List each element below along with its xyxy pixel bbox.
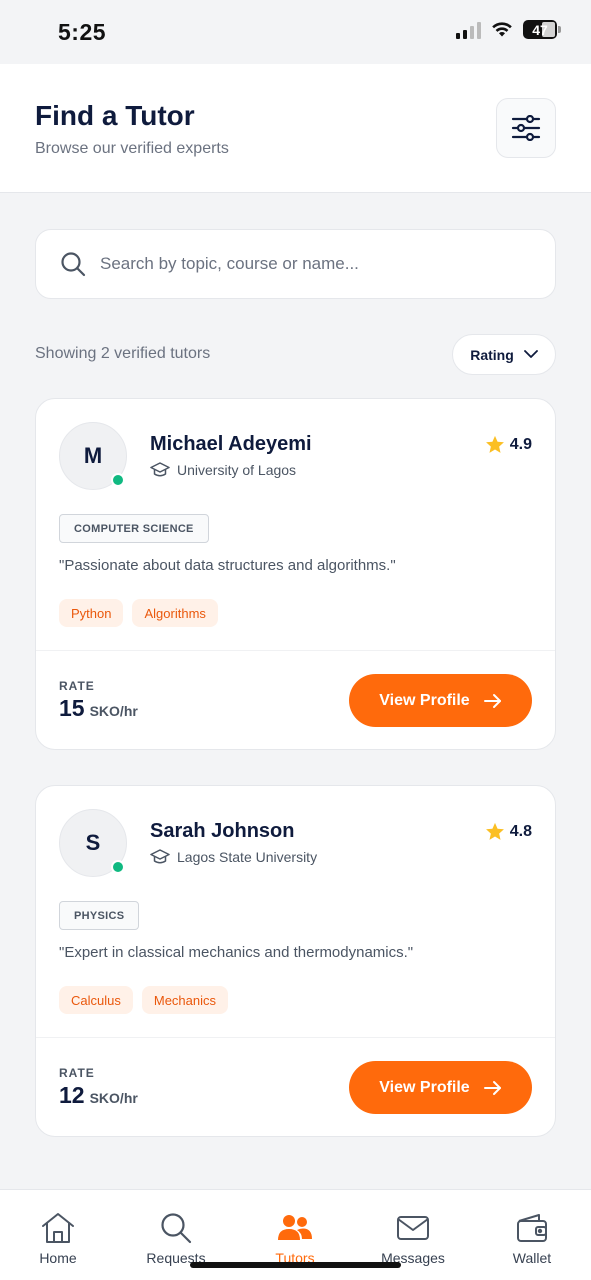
tutor-bio: "Passionate about data structures and al… <box>59 557 396 574</box>
skill-tags: Calculus Mechanics <box>59 986 228 1014</box>
arrow-right-icon <box>483 693 501 708</box>
nav-home[interactable]: Home <box>13 1212 103 1266</box>
divider <box>36 1037 555 1038</box>
mail-icon <box>397 1216 429 1240</box>
tutor-card[interactable]: M Michael Adeyemi University of Lagos 4.… <box>35 398 556 750</box>
status-icons: 47 <box>456 20 561 39</box>
rate-label: RATE <box>59 679 95 693</box>
search-icon <box>61 252 86 277</box>
wifi-icon <box>492 22 512 37</box>
skill-tag: Calculus <box>59 986 133 1014</box>
skill-tags: Python Algorithms <box>59 599 218 627</box>
tutor-bio: "Expert in classical mechanics and therm… <box>59 944 414 961</box>
rate-unit: SKO/hr <box>89 1090 138 1106</box>
search-icon <box>161 1213 192 1244</box>
nav-requests[interactable]: Requests <box>131 1212 221 1266</box>
home-icon <box>42 1213 74 1243</box>
skill-tag: Algorithms <box>132 599 218 627</box>
wallet-icon <box>517 1214 547 1242</box>
rate-unit: SKO/hr <box>89 703 138 719</box>
search-bar[interactable] <box>35 229 556 299</box>
avatar-initial: S <box>85 830 101 855</box>
rate-label: RATE <box>59 1066 95 1080</box>
university-label: Lagos State University <box>177 849 318 865</box>
results-count: Showing 2 verified tutors <box>35 345 211 362</box>
subject-tag: COMPUTER SCIENCE <box>59 514 209 543</box>
tutor-card[interactable]: S Sarah Johnson Lagos State University 4… <box>35 785 556 1137</box>
online-status-dot <box>111 860 125 874</box>
tutor-name: Michael Adeyemi <box>150 433 312 455</box>
tutor-rating: 4.9 <box>485 435 532 454</box>
view-profile-label: View Profile <box>379 691 470 709</box>
rate-amount: 15 <box>59 695 85 721</box>
signal-icon <box>456 21 481 39</box>
tutor-university: University of Lagos <box>150 462 296 478</box>
star-icon <box>485 822 504 840</box>
rate-value: 12 SKO/hr <box>59 1082 138 1109</box>
users-icon <box>278 1215 312 1240</box>
star-icon <box>485 435 504 453</box>
nav-label: Home <box>39 1250 77 1266</box>
graduation-cap-icon <box>150 849 170 864</box>
arrow-right-icon <box>483 1080 501 1095</box>
skill-tag: Mechanics <box>141 986 228 1014</box>
graduation-cap-icon <box>150 462 170 477</box>
sliders-icon <box>511 115 541 141</box>
university-label: University of Lagos <box>177 462 297 478</box>
sort-dropdown[interactable]: Rating <box>452 334 556 375</box>
subject-tag: PHYSICS <box>59 901 140 930</box>
page-header: Find a Tutor Browse our verified experts <box>0 64 591 193</box>
rate-value: 15 SKO/hr <box>59 695 138 722</box>
divider <box>36 650 555 651</box>
view-profile-button[interactable]: View Profile <box>349 674 532 727</box>
battery-level: 47 <box>532 21 548 38</box>
nav-label: Wallet <box>512 1250 552 1266</box>
rate-amount: 12 <box>59 1082 85 1108</box>
avatar-initial: M <box>83 443 103 468</box>
skill-tag: Python <box>59 599 124 627</box>
tutor-rating: 4.8 <box>485 822 532 841</box>
filter-button[interactable] <box>496 98 556 158</box>
tutor-name: Sarah Johnson <box>150 820 295 842</box>
view-profile-label: View Profile <box>379 1078 470 1096</box>
nav-messages[interactable]: Messages <box>368 1212 458 1266</box>
rating-value: 4.9 <box>509 435 532 453</box>
view-profile-button[interactable]: View Profile <box>349 1061 532 1114</box>
search-input[interactable] <box>100 254 500 274</box>
rating-value: 4.8 <box>509 822 532 840</box>
sort-label: Rating <box>470 346 514 363</box>
nav-tutors[interactable]: Tutors <box>250 1212 340 1266</box>
online-status-dot <box>111 473 125 487</box>
avatar: M <box>59 422 127 490</box>
nav-wallet[interactable]: Wallet <box>487 1212 577 1266</box>
page-subtitle: Browse our verified experts <box>35 140 229 157</box>
status-bar: 5:25 47 <box>0 0 591 64</box>
avatar: S <box>59 809 127 877</box>
home-indicator <box>190 1262 401 1268</box>
page-title: Find a Tutor <box>35 100 195 131</box>
tutor-university: Lagos State University <box>150 849 317 865</box>
status-time: 5:25 <box>58 19 107 45</box>
chevron-down-icon <box>523 350 538 358</box>
battery-icon: 47 <box>523 20 557 39</box>
